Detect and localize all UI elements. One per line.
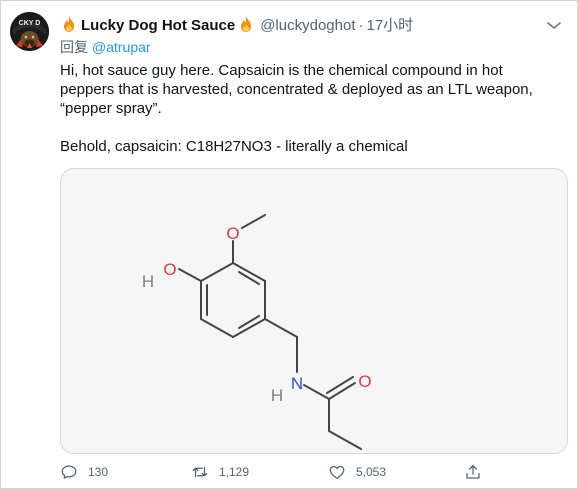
timestamp[interactable]: 17小时	[366, 17, 413, 34]
molecule-atom-labels: O O H N H O	[142, 224, 372, 405]
avatar-logo-text: CKY D	[19, 20, 41, 27]
tweet-paragraph: Hi, hot sauce guy here. Capsaicin is the…	[60, 62, 537, 117]
reply-icon	[61, 465, 77, 479]
retweet-count: 1,129	[219, 465, 250, 479]
replying-to-label: 回复	[60, 39, 88, 55]
tweet-text: Hi, hot sauce guy here. Capsaicin is the…	[60, 61, 560, 156]
like-button[interactable]: 5,053	[328, 462, 386, 482]
user-handle[interactable]: @luckydoghot	[260, 17, 355, 34]
atom-label: O	[226, 224, 239, 243]
atom-label: N	[291, 374, 303, 393]
molecule-bonds	[178, 214, 362, 450]
capsaicin-structure-diagram: O O H N H O	[142, 214, 372, 450]
atom-label: H	[142, 272, 154, 291]
tweet-paragraph: Behold, capsaicin: C18H27NO3 - literally…	[60, 138, 408, 155]
like-icon	[329, 465, 345, 480]
tweet-header: Lucky Dog Hot Sauce @luckydoghot · 17小时	[60, 15, 413, 35]
more-options-icon[interactable]	[544, 17, 564, 33]
fire-emoji-icon	[241, 16, 252, 32]
atom-label: O	[358, 372, 371, 391]
share-icon	[466, 464, 480, 479]
atom-label: H	[271, 386, 283, 405]
display-name[interactable]: Lucky Dog Hot Sauce	[81, 17, 235, 34]
media-image[interactable]: O O H N H O	[60, 168, 568, 454]
tweet-card: CKY D Lucky Dog Hot Sauce @luckydoghot · 1…	[0, 0, 578, 489]
fire-emoji-icon	[64, 16, 74, 32]
retweet-icon	[192, 466, 208, 478]
replying-to-mention[interactable]: @atrupar	[92, 39, 151, 55]
atom-label: O	[163, 260, 176, 279]
replying-to: 回复 @atrupar	[60, 38, 151, 56]
separator-dot: ·	[358, 17, 364, 34]
tweet-actions: 130 1,129 5,053	[60, 462, 490, 482]
share-button[interactable]	[464, 462, 482, 482]
reply-count: 130	[88, 465, 109, 479]
retweet-button[interactable]: 1,129	[191, 462, 249, 482]
lucky-dog-logo: CKY D	[10, 12, 49, 51]
avatar[interactable]: CKY D	[10, 12, 49, 51]
reply-button[interactable]: 130	[60, 462, 108, 482]
like-count: 5,053	[356, 465, 387, 479]
